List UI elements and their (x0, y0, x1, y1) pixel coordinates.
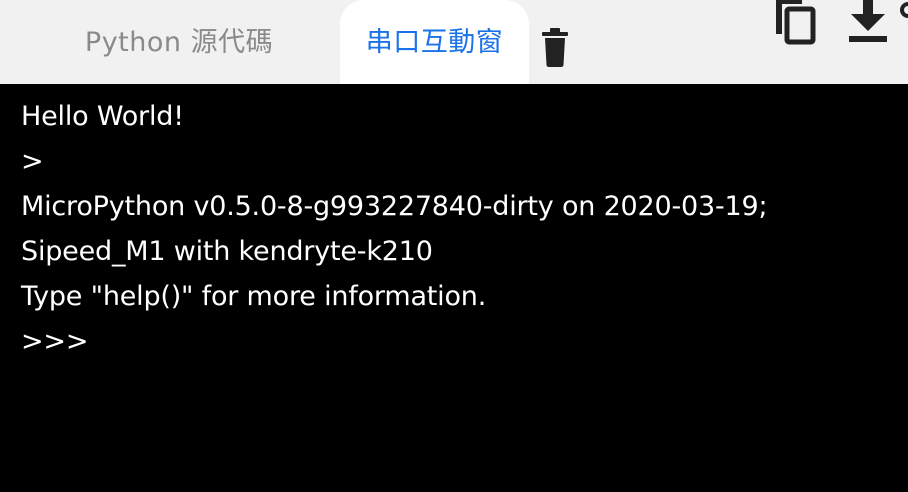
tab-python-source[interactable]: Python 源代碼 (40, 0, 318, 84)
console-line: > (21, 146, 44, 177)
console-line: Hello World! (21, 101, 184, 132)
tab-serial-console-label: 串口互動窗 (365, 26, 504, 58)
serial-console-output[interactable]: Hello World! > MicroPython v0.5.0-8-g993… (0, 84, 908, 492)
serial-console-app: Python 源代碼 串口互動窗 Hello World! > MicroPyt… (0, 0, 908, 492)
download-icon (849, 0, 887, 42)
partial-icon (897, 0, 908, 24)
download-console-button[interactable] (840, 0, 896, 46)
console-line: Type "help()" for more information. (21, 281, 487, 312)
console-line: Sipeed_M1 with kendryte-k210 (21, 236, 433, 267)
copy-icon (776, 0, 816, 45)
tab-bar: Python 源代碼 串口互動窗 (0, 0, 908, 84)
tab-python-source-label: Python 源代碼 (84, 26, 274, 58)
clear-console-button[interactable] (535, 24, 575, 70)
console-line: MicroPython v0.5.0-8-g993227840-dirty on… (21, 191, 768, 222)
trash-icon (542, 28, 568, 67)
tab-serial-console[interactable]: 串口互動窗 (340, 0, 529, 84)
copy-console-button[interactable] (764, 0, 824, 50)
console-prompt: >>> (21, 326, 89, 357)
